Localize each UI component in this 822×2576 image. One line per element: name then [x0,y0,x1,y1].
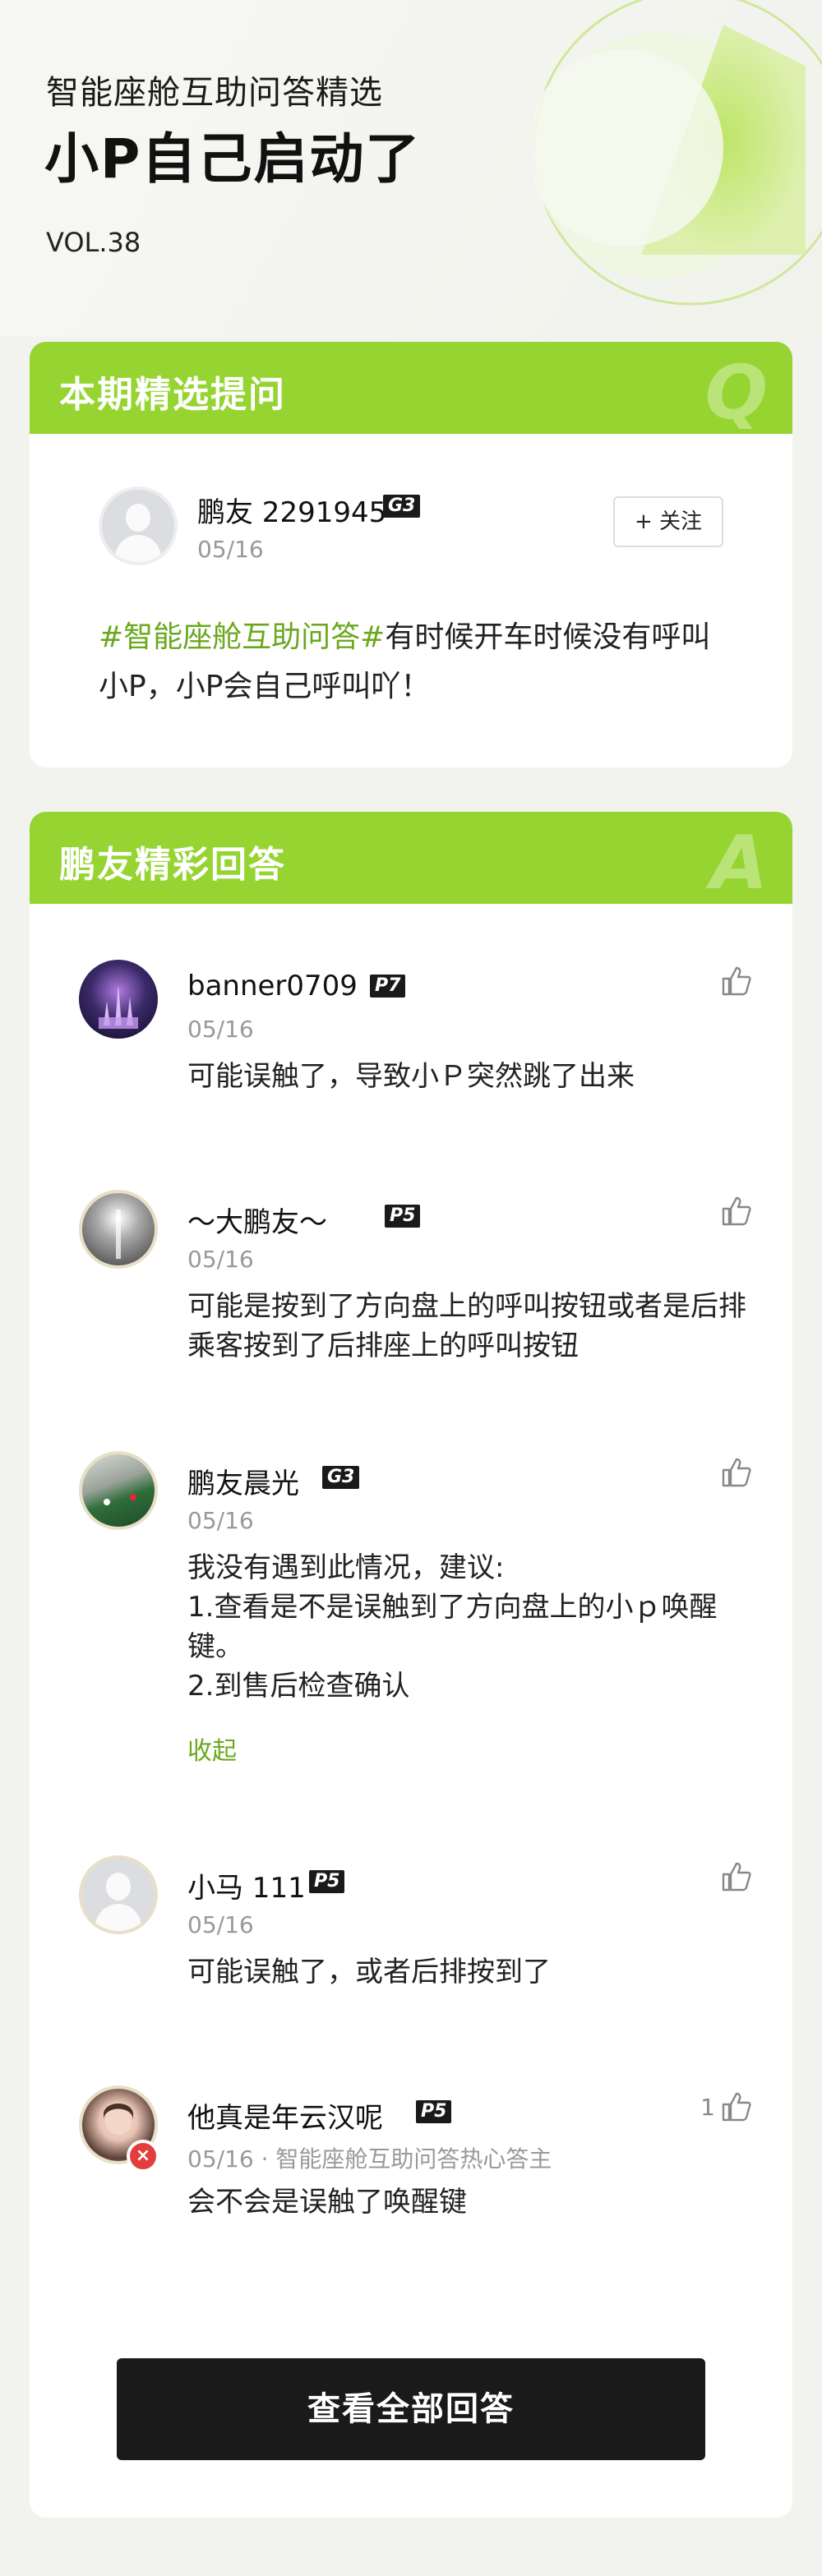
answers-card-header: 鹏友精彩回答 A [30,812,792,906]
billiards-photo-avatar[interactable] [79,1451,158,1530]
answers-card-title: 鹏友精彩回答 [59,844,286,886]
question-card-title: 本期精选提问 [59,374,286,416]
answer-line: 我没有遇到此情况，建议: [187,1551,505,1584]
answer-date: 05/16 [187,1911,254,1938]
topic-hashtag-link[interactable]: #智能座舱互助问答# [99,620,385,654]
level-badge: G3 [322,1466,360,1489]
answer-text: 可能误触了，或者后排按到了 [187,1956,551,1988]
level-badge: G3 [383,495,421,518]
light-photo-avatar[interactable] [79,1190,158,1269]
like-button[interactable] [720,965,753,998]
answer-line: 1.查看是不是误触到了方向盘上的小ｐ唤醒键。 [187,1591,718,1663]
answer-username[interactable]: ～大鹏友～ [187,1200,327,1240]
decorative-circle-graphic [534,0,822,306]
answer-username[interactable]: banner0709 [187,970,358,1002]
default-avatar-icon[interactable] [79,1855,158,1934]
level-badge: P7 [370,975,406,998]
answer-meta: 05/16 · 智能座舱互助问答热心答主 [187,2145,552,2173]
answer-date: 05/16 [187,1507,254,1534]
follow-button[interactable]: + 关注 [613,496,723,547]
level-badge: P5 [309,1870,345,1893]
verified-close-icon: × [127,2140,159,2173]
answer-text: 可能误触了，导致小Ｐ突然跳了出来 [187,1060,635,1093]
collapse-link[interactable]: 收起 [187,1730,237,1767]
like-button[interactable] [720,1860,753,1893]
level-badge: P5 [385,1205,421,1228]
thumbs-up-icon [722,1196,751,1226]
answer-text: 会不会是误触了唤醒键 [187,2186,467,2219]
answers-card: 鹏友精彩回答 A banner0709 P7 05/16 可能误触了，导致小Ｐ突… [30,812,792,2518]
castle-photo-avatar[interactable] [79,960,158,1039]
answer-date: 05/16 [187,1246,254,1273]
page-title: 小P自己启动了 [44,127,422,191]
like-button[interactable] [720,1195,753,1228]
question-text: #智能座舱互助问答#有时候开车时候没有呼叫小P，小P会自己呼叫吖！ [99,613,723,712]
view-all-answers-button[interactable]: 查看全部回答 [117,2358,705,2460]
question-card-header: 本期精选提问 Q [30,342,792,436]
answer-line: 2.到售后检查确认 [187,1670,410,1703]
default-avatar-icon[interactable] [99,486,178,565]
thumbs-up-icon [722,2092,751,2122]
question-username[interactable]: 鹏友 2291945 [197,490,386,530]
thumbs-up-icon [722,966,751,996]
answer-date: 05/16 [187,1016,254,1043]
answer-username[interactable]: 鹏友晨光 [187,1461,299,1501]
question-date: 05/16 [197,536,264,563]
hero-banner: 智能座舱互助问答精选 小P自己启动了 VOL.38 [0,0,822,337]
answer-text: 可能是按到了方向盘上的呼叫按钮或者是后排乘客按到了后排座上的呼叫按钮 [187,1290,746,1362]
thumbs-up-icon [722,1862,751,1892]
answer-text: 我没有遇到此情况，建议: 1.查看是不是误触到了方向盘上的小ｐ唤醒键。 2.到售… [187,1548,755,1706]
answer-username[interactable]: 他真是年云汉呢 [187,2095,383,2136]
like-button[interactable]: 1 [700,2090,753,2123]
hero-subtitle: 智能座舱互助问答精选 [46,74,383,112]
question-card: 本期精选提问 Q 鹏友 2291945 G3 05/16 + 关注 #智能座舱互… [30,342,792,767]
answer-username[interactable]: 小马 111 [187,1865,306,1906]
like-count: 1 [700,2093,715,2121]
level-badge: P5 [416,2100,452,2123]
a-letter-icon: A [710,820,768,906]
like-button[interactable] [720,1456,753,1489]
volume-label: VOL.38 [46,227,141,258]
thumbs-up-icon [722,1458,751,1487]
q-letter-icon: Q [704,350,768,436]
